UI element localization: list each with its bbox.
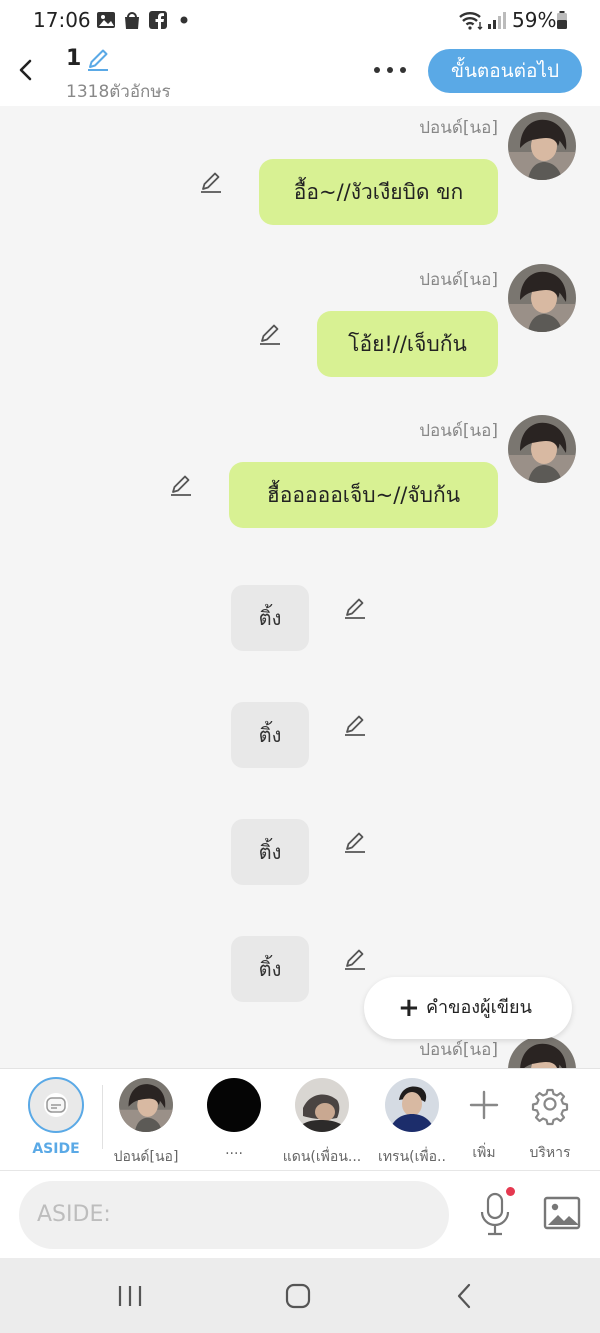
next-step-button[interactable]: ขั้นตอนต่อไป — [428, 49, 582, 93]
manage-characters-button[interactable]: บริหาร — [510, 1077, 590, 1164]
writer-note-button[interactable]: + คำของผู้เขียน — [364, 977, 572, 1039]
character-avatar — [508, 112, 576, 180]
character-name: ปอนด์[นอ] — [113, 1149, 179, 1165]
character-name: เทรน(เพื่อ.. — [378, 1149, 446, 1165]
edit-sound-effect-icon[interactable] — [342, 829, 368, 855]
sound-effect-block[interactable]: ติ้ง — [231, 702, 309, 768]
edit-message-icon[interactable] — [198, 169, 224, 195]
character-name: .... — [225, 1142, 243, 1158]
avatar — [295, 1078, 349, 1132]
character-name: แดน(เพื่อน... — [282, 1149, 362, 1165]
character-dan[interactable]: แดน(เพื่อน... — [282, 1077, 362, 1168]
gear-icon — [531, 1088, 569, 1126]
edit-title-icon[interactable] — [85, 46, 111, 72]
edit-sound-effect-icon[interactable] — [342, 595, 368, 621]
divider — [102, 1085, 103, 1149]
microphone-icon[interactable] — [478, 1191, 512, 1237]
recent-apps-icon[interactable] — [116, 1284, 144, 1308]
facebook-icon — [149, 11, 167, 29]
speaker-name: ปอนด์[นอ] — [419, 1040, 498, 1060]
back-nav-icon[interactable] — [454, 1282, 474, 1310]
episode-number: 1 — [66, 46, 82, 71]
character-count: 1318ตัวอักษร — [66, 82, 171, 102]
message-bubble[interactable]: อื้อ~//งัวเงียบิด ขก — [259, 159, 498, 225]
plus-icon: + — [398, 993, 420, 1023]
sound-effect-block[interactable]: ติ้ง — [231, 585, 309, 651]
character-avatar — [508, 264, 576, 332]
speaker-name: ปอนด์[นอ] — [419, 270, 498, 290]
status-time: 17:06 — [33, 8, 91, 32]
status-bar: 17:06 59% — [0, 0, 600, 42]
character-train[interactable]: เทรน(เพื่อ.. — [372, 1077, 452, 1168]
character-avatar — [508, 1036, 576, 1068]
sound-effect-block[interactable]: ติ้ง — [231, 819, 309, 885]
wifi-icon — [459, 12, 483, 30]
speaker-name: ปอนด์[นอ] — [419, 421, 498, 441]
gallery-notification-icon — [97, 12, 115, 28]
sound-effect-block[interactable]: ติ้ง — [231, 936, 309, 1002]
edit-message-icon[interactable] — [257, 321, 283, 347]
aside-icon — [28, 1077, 84, 1133]
character-dots[interactable]: .... — [194, 1077, 274, 1158]
plus-icon — [469, 1090, 499, 1120]
notification-dot — [506, 1187, 515, 1196]
edit-sound-effect-icon[interactable] — [342, 946, 368, 972]
home-icon[interactable] — [284, 1282, 312, 1310]
edit-message-icon[interactable] — [168, 472, 194, 498]
writer-note-label: คำของผู้เขียน — [426, 997, 532, 1018]
message-input-field[interactable]: ASIDE: — [19, 1181, 449, 1249]
manage-label: บริหาร — [529, 1145, 571, 1161]
more-notifications-dot-icon — [180, 16, 188, 24]
character-pond[interactable]: ปอนด์[นอ] — [106, 1077, 186, 1168]
edit-sound-effect-icon[interactable] — [342, 712, 368, 738]
character-name: ASIDE — [32, 1141, 80, 1157]
battery-text: 59% — [512, 8, 557, 32]
message-bubble[interactable]: ฮื้อออออเจ็บ~//จับก้น — [229, 462, 498, 528]
character-selector-bar: ASIDE ปอนด์[นอ] .... แดน(เพื่อน... เทรน(… — [0, 1068, 600, 1170]
speaker-name: ปอนด์[นอ] — [419, 118, 498, 138]
avatar — [119, 1078, 173, 1132]
avatar — [385, 1078, 439, 1132]
character-aside[interactable]: ASIDE — [16, 1077, 96, 1157]
shopping-bag-icon — [125, 12, 139, 29]
message-input-bar: ASIDE: — [0, 1170, 600, 1258]
signal-icon — [488, 12, 506, 29]
top-toolbar: 1 1318ตัวอักษร ขั้นตอนต่อไป — [0, 42, 600, 106]
avatar — [207, 1078, 261, 1132]
insert-image-icon[interactable] — [542, 1193, 582, 1233]
more-options-icon[interactable] — [372, 64, 408, 76]
system-navigation-bar — [0, 1258, 600, 1333]
character-avatar — [508, 415, 576, 483]
battery-icon — [557, 11, 567, 29]
message-bubble[interactable]: โอ้ย!//เจ็บก้น — [317, 311, 498, 377]
back-arrow-icon[interactable] — [14, 54, 38, 86]
chat-area[interactable]: ปอนด์[นอ] อื้อ~//งัวเงียบิด ขก ปอนด์[นอ]… — [0, 106, 600, 1068]
